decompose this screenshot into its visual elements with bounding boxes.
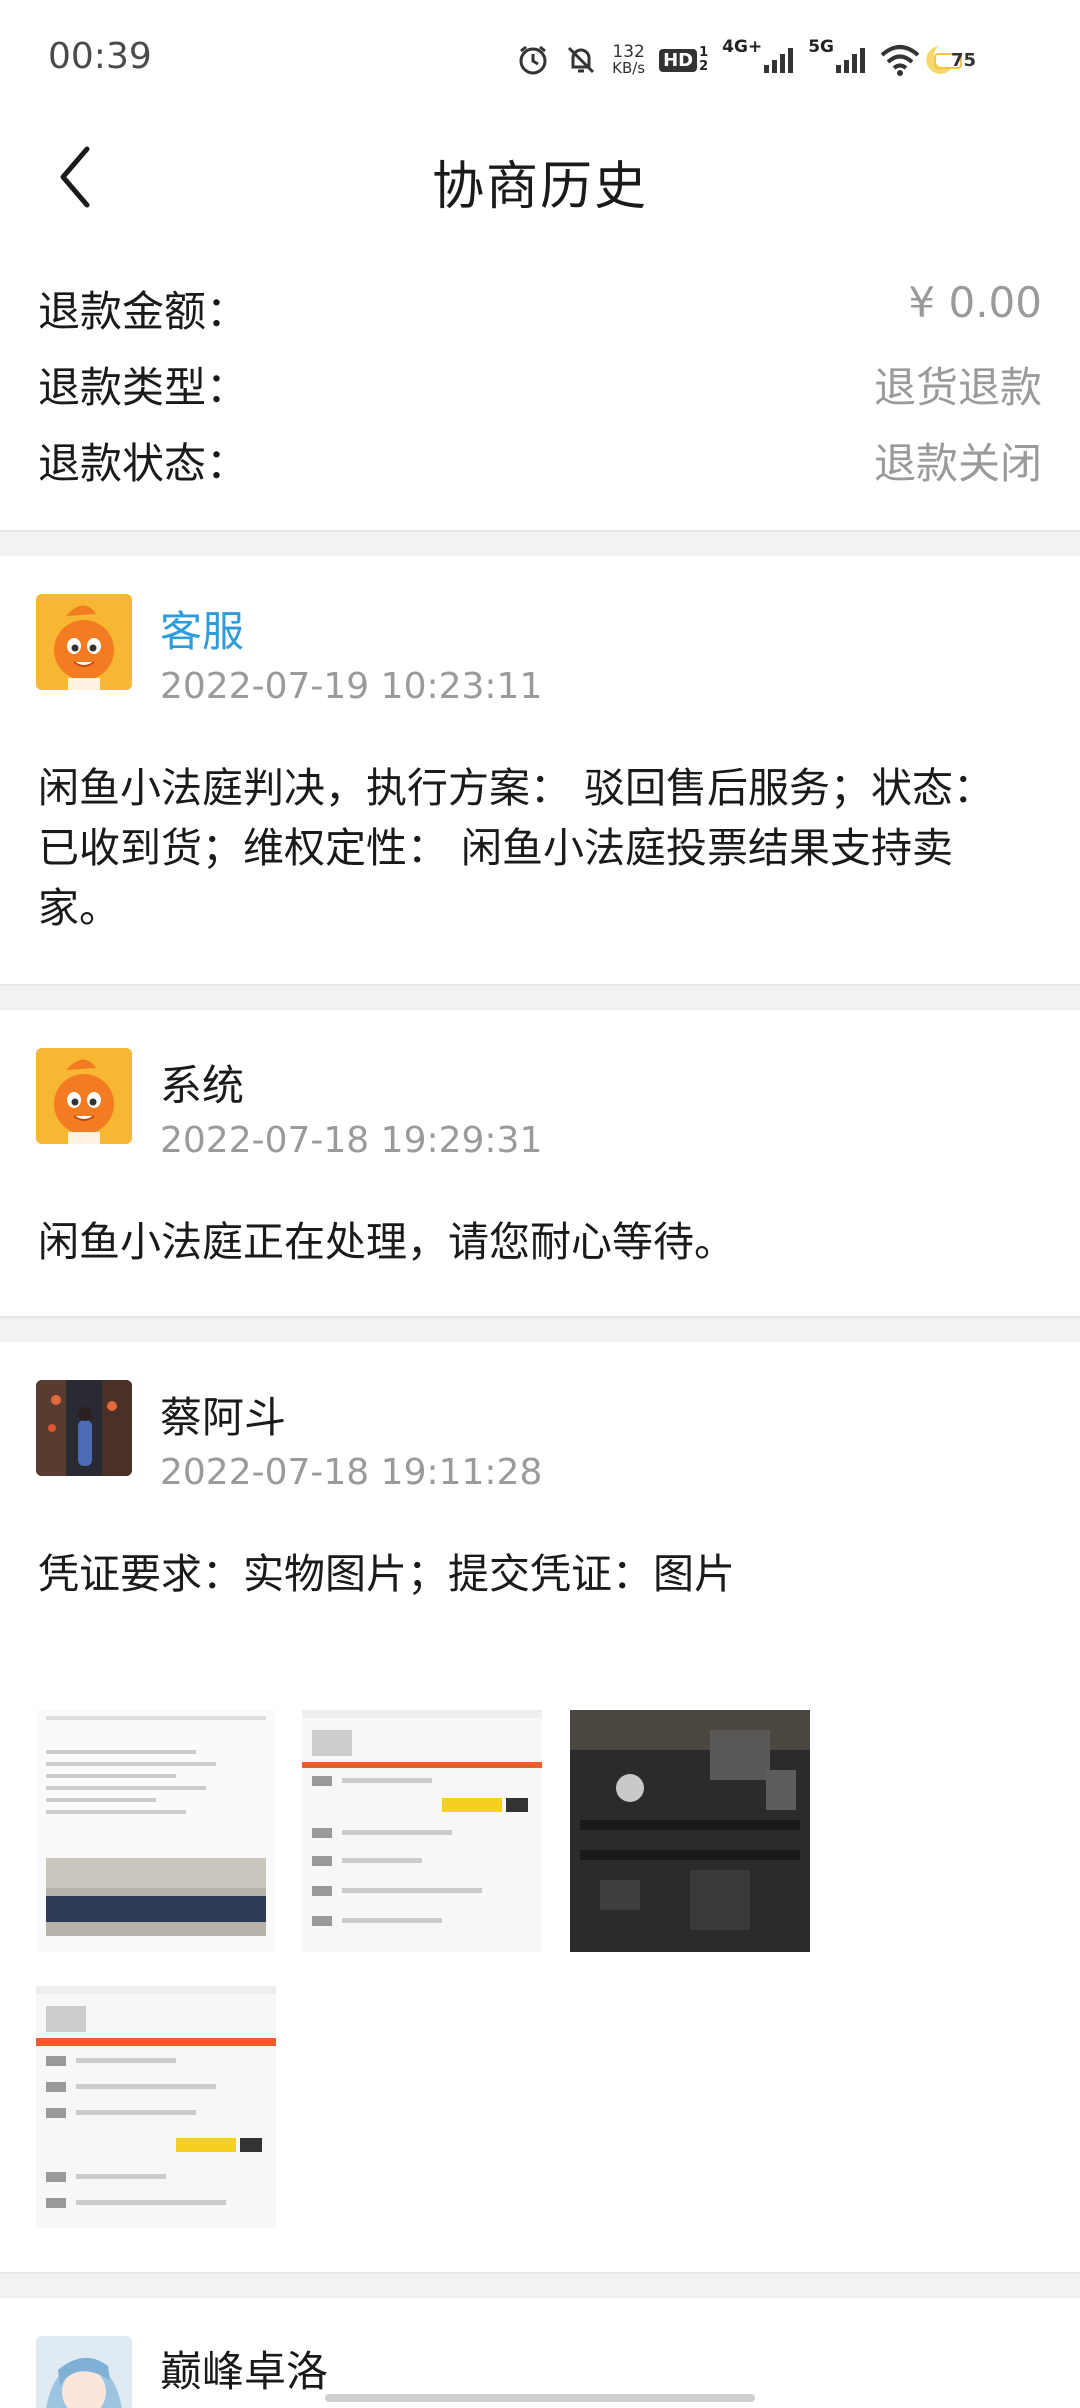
- history-item-system: 系统 2022-07-18 19:29:31 闲鱼小法庭正在处理，请您耐心等待。: [0, 1010, 1080, 1316]
- user-photo-avatar-icon: [36, 1380, 132, 1476]
- refund-amount-row: 退款金额： ¥ 0.00: [0, 268, 1080, 344]
- author-name: 巅峰卓洛: [160, 2347, 329, 2396]
- chat-screenshot-thumbnail-icon: [36, 1986, 276, 2228]
- wifi-icon: [880, 40, 920, 80]
- refund-status-row: 退款状态： 退款关闭: [0, 420, 1080, 496]
- status-bar: 00:39 132 KB/s HD 12 4G+ 5G 75: [0, 0, 1080, 118]
- battery-level: 75: [950, 49, 976, 71]
- message-text: 凭证要求：实物图片；提交凭证：图片: [38, 1550, 735, 1598]
- network-speed: 132 KB/s: [612, 42, 646, 77]
- avatar: [36, 594, 132, 690]
- message-text: 闲鱼小法庭正在处理，请您耐心等待。: [38, 1218, 735, 1266]
- author-name: 系统: [160, 1061, 245, 1110]
- attachment-thumbnail[interactable]: [36, 1710, 276, 1952]
- refund-type-label: 退款类型：: [38, 363, 249, 412]
- xianyu-fish-avatar-icon: [36, 594, 132, 690]
- signal-5g-icon: 5G: [808, 37, 866, 73]
- signal-4g-icon: 4G+: [722, 37, 794, 73]
- page-title: 协商历史: [431, 157, 648, 217]
- avatar: [36, 2336, 132, 2408]
- home-indicator[interactable]: [325, 2394, 755, 2402]
- hd-indicator: HD 12: [659, 46, 708, 74]
- history-item-seller: 巅峰卓洛: [0, 2298, 1080, 2408]
- attachment-thumbnail[interactable]: [570, 1710, 810, 1952]
- author-name: 客服: [160, 607, 245, 656]
- author-name: 蔡阿斗: [160, 1393, 287, 1442]
- history-item-customer-service: 客服 2022-07-19 10:23:11 闲鱼小法庭判决，执行方案： 驳回售…: [0, 556, 1080, 984]
- refund-status-label: 退款状态：: [38, 439, 249, 488]
- anime-avatar-icon: [36, 2336, 132, 2408]
- mute-bell-icon: [564, 40, 598, 80]
- attachment-thumbnail[interactable]: [302, 1710, 542, 1952]
- message-text: 闲鱼小法庭判决，执行方案： 驳回售后服务；状态： 已收到货；维权定性： 闲鱼小法…: [38, 764, 995, 932]
- section-divider: [0, 984, 1080, 1010]
- refund-type-row: 退款类型： 退货退款: [0, 344, 1080, 420]
- timestamp: 2022-07-18 19:29:31: [160, 1120, 543, 1161]
- history-item-buyer: 蔡阿斗 2022-07-18 19:11:28 凭证要求：实物图片；提交凭证：图…: [0, 1342, 1080, 2272]
- section-divider: [0, 1316, 1080, 1342]
- nav-header: 协商历史: [0, 118, 1080, 238]
- refund-summary: 退款金额： ¥ 0.00 退款类型： 退货退款 退款状态： 退款关闭: [0, 268, 1080, 496]
- status-icons: 132 KB/s HD 12 4G+ 5G: [516, 37, 920, 82]
- refund-amount-label: 退款金额：: [38, 287, 249, 336]
- timestamp: 2022-07-18 19:11:28: [160, 1452, 543, 1493]
- alarm-icon: [516, 40, 550, 80]
- section-divider: [0, 2272, 1080, 2298]
- screenshot-thumbnail-icon: [36, 1710, 276, 1952]
- xianyu-fish-avatar-icon: [36, 1048, 132, 1144]
- section-divider: [0, 530, 1080, 556]
- refund-status-value: 退款关闭: [873, 439, 1042, 488]
- chat-screenshot-thumbnail-icon: [302, 1710, 542, 1952]
- avatar: [36, 1048, 132, 1144]
- avatar: [36, 1380, 132, 1476]
- refund-amount-value: ¥ 0.00: [908, 278, 1042, 327]
- battery-indicator: 75: [919, 40, 976, 80]
- timestamp: 2022-07-19 10:23:11: [160, 666, 543, 707]
- page: 00:39 132 KB/s HD 12 4G+ 5G 75 协商历史 退款金额…: [0, 0, 1080, 2408]
- motherboard-photo-thumbnail-icon: [570, 1710, 810, 1952]
- status-time: 00:39: [48, 36, 152, 77]
- refund-type-value: 退货退款: [873, 363, 1042, 412]
- attachment-thumbnail[interactable]: [36, 1986, 276, 2228]
